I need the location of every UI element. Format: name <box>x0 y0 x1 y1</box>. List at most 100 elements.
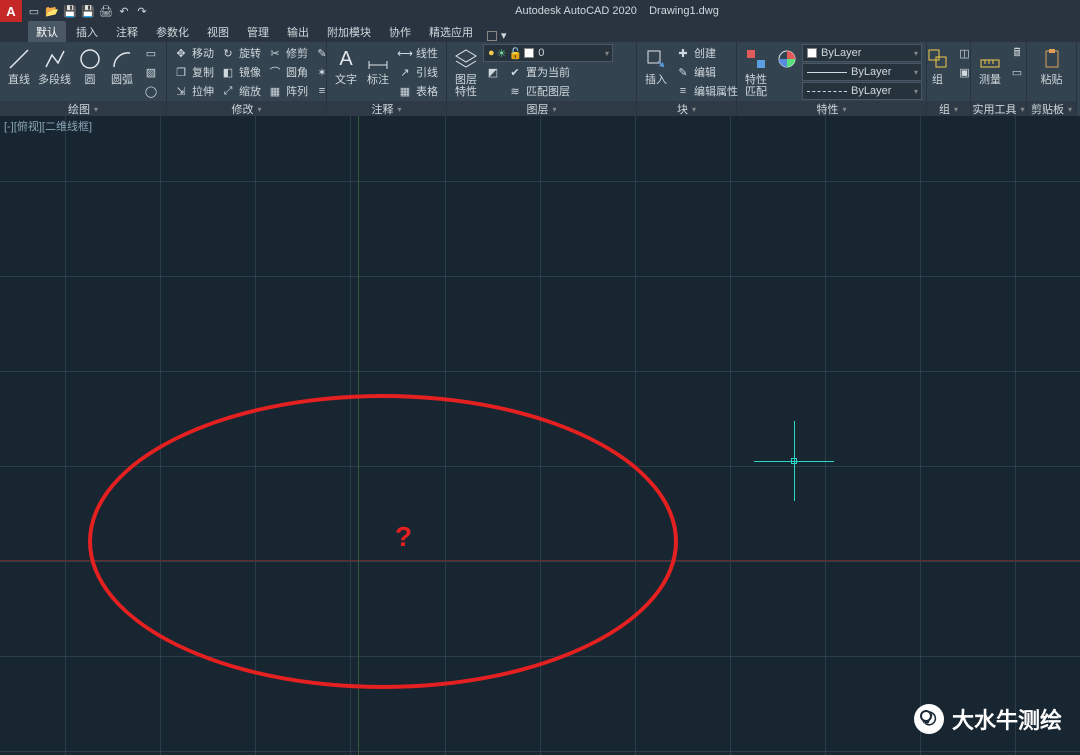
tab-collab[interactable]: 协作 <box>381 21 419 42</box>
edit-attr-button[interactable]: ≡编辑属性 <box>673 82 740 100</box>
paste-button[interactable]: 粘贴 <box>1037 44 1067 88</box>
stretch-icon: ⇲ <box>173 83 189 99</box>
insert-block-button[interactable]: 插入 <box>641 44 671 88</box>
text-button[interactable]: A 文字 <box>331 44 361 88</box>
tab-manage[interactable]: 管理 <box>239 21 277 42</box>
hatch-icon: ▨ <box>143 64 159 80</box>
wechat-icon: ✆ <box>914 704 944 734</box>
create-block-button[interactable]: ✚创建 <box>673 44 740 62</box>
match-props-button[interactable]: 特性 匹配 <box>741 44 771 100</box>
text-icon: A <box>333 46 359 72</box>
panel-annot-label[interactable]: 注释 <box>327 101 446 117</box>
group-button[interactable]: 组 <box>923 44 953 88</box>
trim-icon: ✂ <box>267 45 283 61</box>
match-layer-button[interactable]: ≋匹配图层 <box>505 82 572 100</box>
colorwheel-icon <box>774 46 800 72</box>
stretch-button[interactable]: ⇲拉伸 <box>171 82 216 100</box>
table-icon: ▦ <box>397 83 413 99</box>
color-wheel-button[interactable] <box>773 44 800 74</box>
save-icon[interactable]: 💾 <box>62 3 78 19</box>
tab-view[interactable]: 视图 <box>199 21 237 42</box>
fillet-button[interactable]: ⌒圆角 <box>265 63 310 81</box>
rotate-button[interactable]: ↻旋转 <box>218 44 263 62</box>
color-swatch <box>807 48 817 58</box>
linear-icon: ⟷ <box>397 45 413 61</box>
undo-icon[interactable]: ↶ <box>116 3 132 19</box>
tab-insert[interactable]: 插入 <box>68 21 106 42</box>
measure-button[interactable]: 测量 <box>975 44 1005 88</box>
layer-dropdown[interactable]: ●☀🔓 0 <box>483 44 613 62</box>
layer-color-swatch <box>524 48 534 58</box>
copy-button[interactable]: ❐复制 <box>171 63 216 81</box>
polyline-button[interactable]: 多段线 <box>36 44 73 88</box>
layer-props-button[interactable]: 图层 特性 <box>451 44 481 100</box>
set-current-button[interactable]: ✔置为当前 <box>505 63 572 81</box>
circle-button[interactable]: 圆 <box>75 44 105 88</box>
dim-button[interactable]: 标注 <box>363 44 393 88</box>
annotation-question: ? <box>395 521 412 553</box>
array-button[interactable]: ▦阵列 <box>265 82 310 100</box>
ribbon-tabs: 默认 插入 注释 参数化 视图 管理 输出 附加模块 协作 精选应用 ▾ <box>0 22 1080 42</box>
saveas-icon[interactable]: 💾 <box>80 3 96 19</box>
linetype-dropdown[interactable]: ByLayer <box>802 82 922 100</box>
tab-extras[interactable]: ▾ <box>487 29 507 42</box>
color-dropdown[interactable]: ByLayer <box>802 44 922 62</box>
watermark-text: 大水牛测绘 <box>952 703 1062 735</box>
panel-properties: 特性 匹配 ByLayer ByLayer ByLayer 特性 <box>737 42 927 117</box>
open-icon[interactable]: 📂 <box>44 3 60 19</box>
panel-group: 组 ◫ ▣ 组 <box>927 42 971 117</box>
linear-dim-button[interactable]: ⟷线性 <box>395 44 440 62</box>
hatch-button[interactable]: ▨ <box>141 63 161 81</box>
setlayer-icon: ✔ <box>507 64 523 80</box>
quick-access-toolbar: ▭ 📂 💾 💾 🖨 ↶ ↷ <box>22 3 154 19</box>
panel-block-label[interactable]: 块 <box>637 101 736 117</box>
scale-button[interactable]: ⤢缩放 <box>218 82 263 100</box>
select-button[interactable]: ▭ <box>1007 63 1027 81</box>
tab-default[interactable]: 默认 <box>28 21 66 42</box>
panel-modify-label[interactable]: 修改 <box>167 101 326 117</box>
panel-group-label[interactable]: 组 <box>927 101 970 117</box>
scale-icon: ⤢ <box>220 83 236 99</box>
mirror-icon: ◧ <box>220 64 236 80</box>
plot-icon[interactable]: 🖨 <box>98 3 114 19</box>
viewport-label[interactable]: [-][俯视][二维线框] <box>4 118 92 134</box>
redo-icon[interactable]: ↷ <box>134 3 150 19</box>
select-icon: ▭ <box>1009 64 1025 80</box>
rect-button[interactable]: ▭ <box>141 44 161 62</box>
tab-featured[interactable]: 精选应用 <box>421 21 481 42</box>
drawing-canvas[interactable]: [-][俯视][二维线框] ? ✆ 大水牛测绘 <box>0 116 1080 755</box>
app-logo[interactable]: A <box>0 0 22 22</box>
leader-button[interactable]: ↗引线 <box>395 63 440 81</box>
trim-button[interactable]: ✂修剪 <box>265 44 310 62</box>
table-button[interactable]: ▦表格 <box>395 82 440 100</box>
mirror-button[interactable]: ◧镜像 <box>218 63 263 81</box>
dimension-icon <box>365 46 391 72</box>
circle-icon <box>77 46 103 72</box>
line-button[interactable]: 直线 <box>4 44 34 88</box>
copy-icon: ❐ <box>173 64 189 80</box>
rotate-icon: ↻ <box>220 45 236 61</box>
lineweight-dropdown[interactable]: ByLayer <box>802 63 922 81</box>
clipboard-icon <box>1039 46 1065 72</box>
calc-button[interactable]: 🖩 <box>1007 44 1027 62</box>
new-icon[interactable]: ▭ <box>26 3 42 19</box>
panel-clip-label[interactable]: 剪贴板 <box>1027 101 1076 117</box>
arc-icon <box>109 46 135 72</box>
matchprops-icon <box>743 46 769 72</box>
fillet-icon: ⌒ <box>267 64 283 80</box>
ellipse-button[interactable]: ◯ <box>141 82 161 100</box>
tab-parametric[interactable]: 参数化 <box>148 21 197 42</box>
panel-util-label[interactable]: 实用工具 <box>971 101 1026 117</box>
panel-layers-label[interactable]: 图层 <box>447 101 636 117</box>
title-bar: A ▭ 📂 💾 💾 🖨 ↶ ↷ Autodesk AutoCAD 2020 Dr… <box>0 0 1080 22</box>
tab-annotate[interactable]: 注释 <box>108 21 146 42</box>
layer-tool1[interactable]: ◩ <box>483 63 503 81</box>
annotation-ellipse <box>88 394 678 689</box>
edit-block-button[interactable]: ✎编辑 <box>673 63 740 81</box>
panel-props-label[interactable]: 特性 <box>737 101 926 117</box>
move-button[interactable]: ✥移动 <box>171 44 216 62</box>
arc-button[interactable]: 圆弧 <box>107 44 137 88</box>
panel-draw-label[interactable]: 绘图 <box>0 101 166 117</box>
tab-output[interactable]: 输出 <box>279 21 317 42</box>
tab-addins[interactable]: 附加模块 <box>319 21 379 42</box>
